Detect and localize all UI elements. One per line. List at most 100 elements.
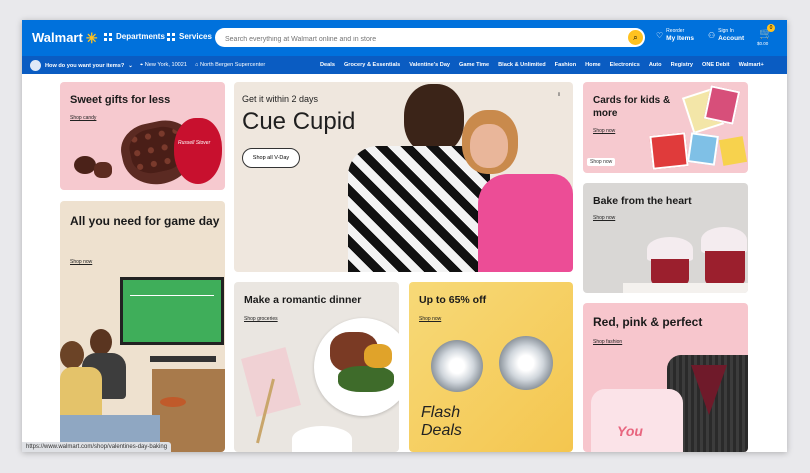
search-bar: ⌕ — [215, 28, 645, 49]
cart-total: $0.00 — [757, 41, 769, 46]
departments-button[interactable]: Departments — [104, 32, 165, 41]
heart-box-image — [174, 118, 222, 184]
services-label: Services — [179, 32, 212, 41]
nav-link-black-unlimited[interactable]: Black & Unlimited — [498, 62, 546, 68]
nav-link-one-debit[interactable]: ONE Debit — [702, 62, 730, 68]
account-signin[interactable]: ⚇ Sign In Account — [708, 28, 744, 42]
fulfillment-label: How do you want your items? — [45, 62, 125, 69]
nav-link-auto[interactable]: Auto — [649, 62, 662, 68]
shop-candy-link[interactable]: Shop candy — [70, 115, 96, 121]
card-title: Red, pink & perfect — [593, 315, 703, 329]
woman-face-image — [470, 124, 508, 168]
shop-now-link[interactable]: Shop now — [70, 259, 92, 265]
greeting-card-image — [703, 85, 741, 125]
potatoes-image — [364, 344, 392, 368]
field-line-image — [130, 295, 214, 296]
reorder-my-items[interactable]: ♡ Reorder My Items — [656, 28, 694, 42]
pink-shirt-image — [591, 389, 683, 452]
woman-head-image — [60, 341, 84, 369]
status-bar-url: https://www.walmart.com/shop/valentines-… — [22, 442, 172, 452]
hero-kicker: Get it within 2 days — [242, 94, 319, 104]
card-title: Cards for kids & more — [593, 95, 671, 119]
greens-image — [338, 366, 394, 392]
nav-link-home[interactable]: Home — [585, 62, 601, 68]
card-game-day[interactable]: All you need for game day Shop now — [60, 201, 225, 452]
store-label: North Bergen Supercenter — [199, 62, 266, 68]
card-title: Make a romantic dinner — [244, 294, 362, 306]
diamond-earring-image — [499, 336, 553, 390]
spark-icon: ✳ — [85, 29, 98, 46]
shop-groceries-link[interactable]: Shop groceries — [244, 316, 278, 322]
nav-link-fashion[interactable]: Fashion — [555, 62, 576, 68]
zip-label: New York, 10021 — [144, 62, 188, 68]
account-label: Account — [718, 35, 745, 42]
nav-link-valentines[interactable]: Valentine's Day — [409, 62, 450, 68]
man-head-image — [90, 329, 112, 355]
nav-link-game-time[interactable]: Game Time — [459, 62, 489, 68]
pizza-image — [160, 397, 186, 407]
side-plate-image — [292, 426, 352, 452]
flash-deals-label: Flash Deals — [421, 404, 462, 440]
chevron-down-icon: ⌄ — [128, 62, 133, 69]
card-red-pink-perfect[interactable]: Red, pink & perfect Shop fashion You — [583, 303, 748, 452]
reorder-label: Reorder — [666, 28, 685, 34]
store-name: ⌂ North Bergen Supercenter — [195, 62, 266, 68]
greeting-card-image — [649, 132, 689, 170]
shop-all-vday-button[interactable]: Shop all V-Day — [242, 148, 300, 168]
walmart-logo[interactable]: Walmart ✳ — [32, 30, 98, 45]
brand-label: Russell Stover — [178, 140, 211, 146]
nav-link-registry[interactable]: Registry — [671, 62, 693, 68]
nav-link-deals[interactable]: Deals — [320, 62, 335, 68]
fulfillment-selector[interactable]: How do you want your items? ⌄ — [30, 60, 133, 71]
deals-label: Deals — [421, 422, 462, 439]
shop-now-link[interactable]: Shop now — [593, 128, 615, 134]
shirt-text: You — [617, 423, 643, 439]
search-button[interactable]: ⌕ — [628, 30, 643, 45]
diamond-earring-image — [431, 340, 483, 392]
card-romantic-dinner[interactable]: Make a romantic dinner Shop groceries — [234, 282, 399, 452]
cart-button[interactable]: 🛒 0 $0.00 — [757, 24, 775, 46]
card-cards-for-kids[interactable]: Cards for kids & more Shop now Shop now — [583, 82, 748, 173]
logo-text: Walmart — [32, 30, 83, 45]
secondary-nav: How do you want your items? ⌄ ⌖ New York… — [22, 56, 787, 74]
fulfillment-icon — [30, 60, 41, 71]
signin-label: Sign In — [718, 28, 734, 34]
card-title: Bake from the heart — [593, 195, 692, 207]
card-title: All you need for game day — [70, 214, 220, 228]
nav-link-grocery[interactable]: Grocery & Essentials — [344, 62, 400, 68]
flash-label: Flash — [421, 404, 461, 421]
nav-link-walmart-plus[interactable]: Walmart+ — [739, 62, 764, 68]
cupcake-frosting-image — [701, 227, 747, 253]
card-title: Up to 65% off — [419, 294, 487, 306]
card-cue-cupid-hero[interactable]: Get it within 2 days Cue Cupid Shop all … — [234, 82, 573, 272]
card-sweet-gifts[interactable]: Sweet gifts for less Shop candy Russell … — [60, 82, 225, 190]
search-icon: ⌕ — [633, 32, 638, 42]
nav-link-electronics[interactable]: Electronics — [610, 62, 640, 68]
departments-label: Departments — [116, 32, 165, 41]
tv-stand-image — [152, 369, 225, 452]
cart-count-badge: 0 — [767, 24, 775, 32]
card-flash-deals[interactable]: Up to 65% off Shop now Flash Deals — [409, 282, 573, 452]
grid-icon — [104, 32, 112, 41]
truffle-image — [74, 156, 96, 174]
location-info[interactable]: ⌖ New York, 10021 ⌂ North Bergen Superce… — [140, 62, 265, 69]
search-input[interactable] — [215, 30, 615, 49]
person-icon: ⚇ — [708, 30, 716, 40]
truffle-image — [94, 162, 112, 178]
counter-image — [623, 283, 748, 293]
greeting-card-image — [687, 132, 719, 166]
greeting-card-image — [718, 136, 748, 166]
card-bake-from-the-heart[interactable]: Bake from the heart Shop now — [583, 183, 748, 293]
card-title: Sweet gifts for less — [70, 94, 171, 106]
grid-icon — [167, 32, 175, 41]
cupcake-base-image — [651, 259, 689, 285]
shop-now-link[interactable]: Shop now — [419, 316, 441, 322]
man-head-image — [404, 84, 464, 154]
shop-now-badge[interactable]: Shop now — [587, 158, 616, 166]
zip-code: ⌖ New York, 10021 — [140, 62, 188, 68]
pause-icon[interactable]: ॥ — [557, 90, 561, 98]
browser-viewport: Walmart ✳ Departments Services ⌕ ♡ Reord… — [22, 20, 787, 452]
shop-now-link[interactable]: Shop now — [593, 215, 615, 221]
services-button[interactable]: Services — [167, 32, 212, 41]
shop-fashion-link[interactable]: Shop fashion — [593, 339, 622, 345]
